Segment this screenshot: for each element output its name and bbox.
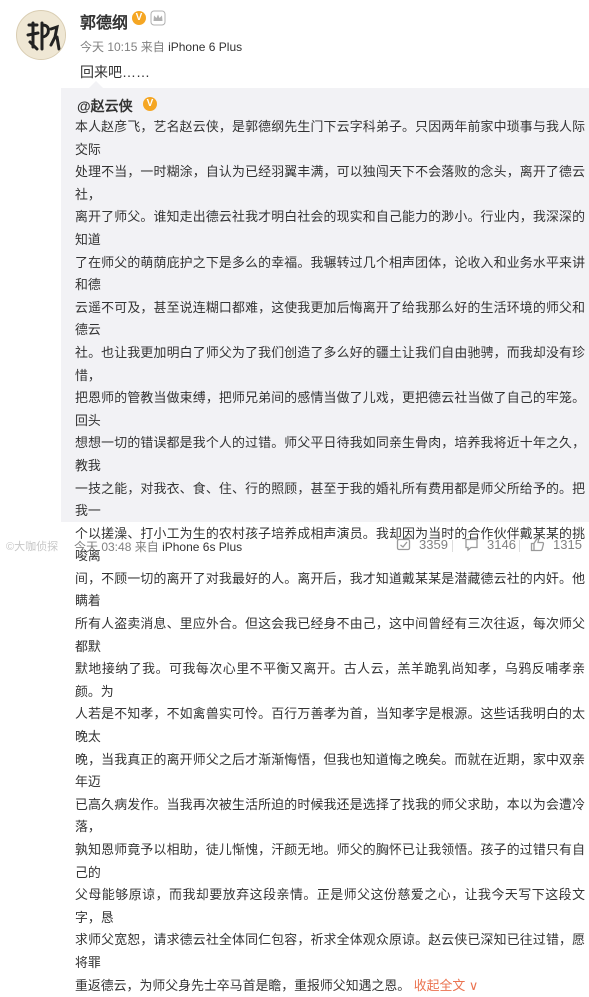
original-post-source[interactable]: iPhone 6s Plus <box>162 540 242 554</box>
verified-badge-icon: V <box>132 11 146 25</box>
avatar[interactable] <box>16 10 66 60</box>
original-post-time[interactable]: 今天 03:48 <box>74 540 131 554</box>
body-line: 云遥不可及，甚至说连糊口都难，这使我更加后悔离开了给我那么好的生活环境的师父和德… <box>75 299 585 338</box>
source-prefix: 来自 <box>140 40 165 54</box>
thumbs-up-icon <box>530 537 545 552</box>
body-line: 所有人盗卖消息、里应外合。但这会我已经身不由己，这中间曾经有三次往返，每次师父都… <box>75 616 585 654</box>
post-text: 回来吧…… <box>80 64 150 80</box>
avatar-calligraphy-icon <box>18 12 65 59</box>
collapse-label: 收起全文 <box>413 977 466 993</box>
body-line: 想想一切的错误都是我个人的过错。师父平日待我如同亲生骨肉，培养我将近十年之久，教… <box>75 435 585 473</box>
post-header: 郭德纲 V 今天 10:15 来自 iPhone 6 Plus 回来吧…… <box>0 0 589 84</box>
original-post-meta: 今天 03:48 来自 iPhone 6s Plus <box>74 538 242 555</box>
watermark: ©大咖侦探 <box>6 541 59 553</box>
body-line: 孰知恩师竟予以相助，徒儿惭愧，汗颜无地。师父的胸怀已让我领悟。孩子的过错只有自己… <box>75 842 585 880</box>
divider <box>452 540 453 552</box>
post-source[interactable]: iPhone 6 Plus <box>168 40 242 54</box>
original-post-body: 本人赵彦飞，艺名赵云侠，是郭德纲先生门下云字科弟子。只因两年前家中琐事与我人际交… <box>75 116 585 997</box>
body-line: 已高久病发作。当我再次被生活所迫的时候我还是选择了找我的师父求助，本以为会遭冷落… <box>75 796 585 835</box>
body-line: 一技之能，对我衣、食、住、行的照顾，甚至于我的婚礼所有费用都是师父所给予的。把我… <box>75 480 585 519</box>
verified-badge-icon: V <box>143 97 157 111</box>
body-line: 了在师父的萌荫庇护之下是多么的幸福。我辗转过几个相声团体，论收入和业务水平来讲和… <box>75 254 585 293</box>
comment-button[interactable]: 3146 <box>464 536 516 554</box>
body-line: 重返德云，为师父身先士卒马首是瞻，重报师父知遇之恩。 <box>75 977 411 993</box>
source-prefix: 来自 <box>134 540 159 554</box>
body-line: 离开了师父。谁知走出德云社我才明白社会的现实和自己能力的渺小。行业内，我深深的知… <box>75 209 585 247</box>
comment-icon <box>465 538 478 552</box>
crown-icon[interactable] <box>150 10 166 26</box>
repost-icon <box>396 538 411 551</box>
like-button[interactable]: 1315 <box>530 536 582 554</box>
body-line: 间，不顾一切的离开了对我最好的人。离开后，我才知道戴某某是潜藏德云社的内奸。他瞒… <box>75 570 585 609</box>
body-line: 父母能够原谅，而我却要放弃这段亲情。正是师父这份慈爱之心，让我今天写下这段文字，… <box>75 887 585 925</box>
body-line: 把恩师的管教当做束缚，把师兄弟间的感情当做了儿戏，更把德云社当做了自己的牢笼。回… <box>75 390 585 428</box>
body-line: 人若是不知孝，不如禽兽实可怜。百行万善孝为首，当知孝字是根源。这些话我明白的太晚… <box>75 706 585 745</box>
body-line: 本人赵彦飞，艺名赵云侠，是郭德纲先生门下云字科弟子。只因两年前家中琐事与我人际交… <box>75 119 585 157</box>
body-line: 默地接纳了我。可我每次心里不平衡又离开。古人云，羔羊跪乳尚知孝，乌鸦反哺孝亲颜。… <box>75 661 585 699</box>
post-meta: 今天 10:15 来自 iPhone 6 Plus <box>80 38 242 55</box>
collapse-full-text-link[interactable]: 收起全文 ∨ <box>414 978 479 993</box>
repost-box: @赵云侠 V 本人赵彦飞，艺名赵云侠，是郭德纲先生门下云字科弟子。只因两年前家中… <box>61 81 589 993</box>
repost-count: 3359 <box>419 537 448 552</box>
body-line: 处理不当，一时糊涂，自认为已经羽翼丰满，可以独闯天下不会落败的念头，离开了德云社… <box>75 164 585 202</box>
body-line: 社。也让我更加明白了师父为了我们创造了多么好的疆土让我们自由驰骋，而我却没有珍惜… <box>75 344 585 383</box>
repost-caret <box>89 81 103 88</box>
comment-count: 3146 <box>487 537 516 552</box>
divider <box>519 540 520 552</box>
original-author[interactable]: @赵云侠 <box>77 96 133 116</box>
body-line: 求师父宽恕，请求德云社全体同仁包容，祈求全体观众原谅。赵云侠已深知已往过错，愿将… <box>75 932 585 970</box>
chevron-up-icon: ∨ <box>468 977 479 993</box>
body-line: 晚，当我真正的离开师父之后才渐渐悔悟，但我也知道悔之晚矣。而就在近期，家中双亲年… <box>75 751 585 790</box>
repost-button[interactable]: 3359 <box>396 536 448 554</box>
like-count: 1315 <box>553 537 582 552</box>
post-time[interactable]: 今天 10:15 <box>80 40 137 54</box>
author-name[interactable]: 郭德纲 <box>80 9 128 33</box>
